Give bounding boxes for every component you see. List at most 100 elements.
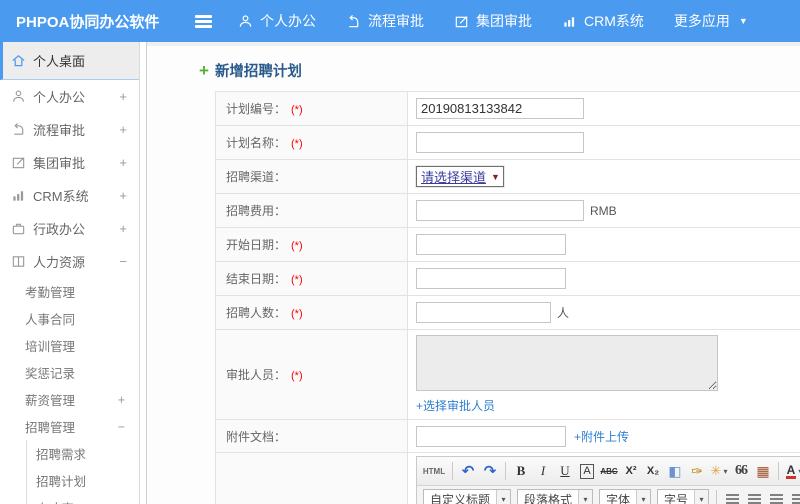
sidebar-item-group-approval[interactable]: 集团审批 + xyxy=(0,146,139,179)
sidebar-item-label: CRM系统 xyxy=(33,189,89,204)
sidebar-item-admin-office[interactable]: 行政办公 + xyxy=(0,212,139,245)
field-label: 开始日期： xyxy=(226,238,287,252)
font-border-button[interactable]: A xyxy=(577,461,597,482)
collapse-icon[interactable]: − xyxy=(118,420,125,434)
sidebar-item-talent-pool[interactable]: 人才库 xyxy=(27,494,139,504)
sidebar-item-recruit-plan[interactable]: 招聘计划 xyxy=(27,467,139,494)
end-date-input[interactable] xyxy=(416,268,566,289)
form-row-end-date: 结束日期： (*) xyxy=(215,261,800,296)
channel-select[interactable]: 请选择渠道 ▼ xyxy=(416,166,504,187)
flow-icon xyxy=(349,14,359,27)
expand-icon[interactable]: + xyxy=(119,188,127,203)
align-center-button[interactable] xyxy=(744,489,764,504)
empty-label-cell xyxy=(215,452,408,504)
nav-item-crm-system[interactable]: CRM系统 xyxy=(562,11,644,31)
auto-typeset-button[interactable]: ✳ ▾ xyxy=(709,461,729,482)
sidebar-item-hr-contract[interactable]: 人事合同 xyxy=(0,305,139,332)
sidebar-item-training-mgmt[interactable]: 培训管理 xyxy=(0,332,139,359)
bold-button[interactable]: B xyxy=(511,461,531,482)
home-icon xyxy=(12,55,25,67)
briefcase-icon xyxy=(12,223,25,235)
font-family-select[interactable]: 字体 ▾ xyxy=(599,489,652,504)
italic-button[interactable]: I xyxy=(533,461,553,482)
page-header: + 新增招聘计划 xyxy=(147,46,800,91)
format-painter-button[interactable]: ✑ xyxy=(687,461,707,482)
align-justify-button[interactable] xyxy=(788,489,800,504)
caret-down-icon: ▾ xyxy=(636,490,651,504)
form-row-start-date: 开始日期： (*) xyxy=(215,227,800,262)
sidebar-item-label: 招聘需求 xyxy=(36,448,87,462)
top-navbar: PHPOA协同办公软件 个人办公 流程审批 集团审批 CRM系统 更多应用 ▼ xyxy=(0,0,800,42)
sidebar-splitter[interactable] xyxy=(140,42,147,504)
start-date-input[interactable] xyxy=(416,234,566,255)
expand-icon[interactable]: + xyxy=(119,89,127,104)
field-label: 计划编号： xyxy=(226,102,287,116)
align-left-button[interactable] xyxy=(722,489,742,504)
nav-item-workflow-approval[interactable]: 流程审批 xyxy=(346,11,424,31)
toolbar-separator xyxy=(778,462,779,480)
sidebar-item-label: 人力资源 xyxy=(33,255,86,270)
subscript-button[interactable]: X₂ xyxy=(643,461,663,482)
nav-item-personal-office[interactable]: 个人办公 xyxy=(238,11,316,31)
attachment-upload-link[interactable]: +附件上传 xyxy=(574,430,629,444)
toolbar-separator xyxy=(452,462,453,480)
custom-title-select[interactable]: 自定义标题 ▾ xyxy=(423,489,512,504)
plan-name-input[interactable] xyxy=(416,132,584,153)
remove-format-button[interactable]: ◧ xyxy=(665,461,685,482)
recruit-cost-input[interactable] xyxy=(416,200,584,221)
form-row-plan-number: 计划编号： (*) xyxy=(215,91,800,126)
paragraph-format-select[interactable]: 段落格式 ▾ xyxy=(517,489,594,504)
paste-button[interactable]: ▦ xyxy=(753,461,773,482)
edit-icon xyxy=(455,15,468,27)
add-plus-icon: + xyxy=(199,60,209,80)
caret-down-icon: ▾ xyxy=(578,490,593,504)
approvers-textarea[interactable] xyxy=(416,335,718,391)
sidebar-item-label: 流程审批 xyxy=(33,123,86,138)
attachment-input[interactable] xyxy=(416,425,566,447)
form-row-recruit-cost: 招聘费用： RMB xyxy=(215,193,800,228)
form-row-plan-name: 计划名称： (*) xyxy=(215,125,800,160)
form-row-headcount: 招聘人数： (*) 人 xyxy=(215,295,800,330)
headcount-input[interactable] xyxy=(416,302,551,323)
redo-button[interactable]: ↷ xyxy=(480,461,500,482)
blockquote-button[interactable]: 66 xyxy=(731,461,751,482)
sidebar-item-crm-system[interactable]: CRM系统 + xyxy=(0,179,139,212)
undo-button[interactable]: ↶ xyxy=(458,461,478,482)
nav-item-group-approval[interactable]: 集团审批 xyxy=(454,11,532,31)
strikethrough-button[interactable]: ABC xyxy=(599,461,619,482)
sidebar-item-recruit-mgmt[interactable]: 招聘管理 − xyxy=(0,413,139,440)
expand-icon[interactable]: + xyxy=(119,122,127,137)
form-row-recruit-channel: 招聘渠道： 请选择渠道 ▼ xyxy=(215,159,800,194)
font-color-button[interactable]: A▾ xyxy=(784,461,800,482)
required-marker: (*) xyxy=(291,104,303,116)
sidebar-item-personal-desktop[interactable]: 个人桌面 xyxy=(0,42,139,80)
align-right-button[interactable] xyxy=(766,489,786,504)
required-marker: (*) xyxy=(291,138,303,150)
recruit-submenu: 招聘需求 招聘计划 人才库 xyxy=(26,440,139,504)
form-row-attachment: 附件文档： +附件上传 xyxy=(215,419,800,453)
expand-icon[interactable]: + xyxy=(118,393,125,407)
sidebar-item-personal-office[interactable]: 个人办公 + xyxy=(0,80,139,113)
collapse-icon[interactable]: − xyxy=(119,254,127,269)
underline-button[interactable]: U xyxy=(555,461,575,482)
sidebar-item-reward-punishment[interactable]: 奖惩记录 xyxy=(0,359,139,386)
superscript-button[interactable]: X² xyxy=(621,461,641,482)
font-size-select[interactable]: 字号 ▾ xyxy=(657,489,710,504)
caret-down-icon: ▾ xyxy=(496,490,511,504)
source-code-button[interactable]: HTML xyxy=(421,461,447,482)
sidebar-item-workflow-approval[interactable]: 流程审批 + xyxy=(0,113,139,146)
plan-number-input[interactable] xyxy=(416,98,584,119)
expand-icon[interactable]: + xyxy=(119,155,127,170)
sidebar-item-label: 考勤管理 xyxy=(25,286,76,300)
select-approvers-link[interactable]: +选择审批人员 xyxy=(416,397,800,414)
nav-item-more-apps[interactable]: 更多应用 ▼ xyxy=(674,11,748,31)
sidebar-item-human-resources[interactable]: 人力资源 − xyxy=(0,245,139,278)
field-label: 招聘人数： xyxy=(226,306,287,320)
sidebar-item-salary-mgmt[interactable]: 薪资管理 + xyxy=(0,386,139,413)
sidebar-item-attendance-mgmt[interactable]: 考勤管理 xyxy=(0,278,139,305)
sidebar-item-label: 个人桌面 xyxy=(33,54,86,69)
toolbar-separator xyxy=(716,490,718,504)
menu-toggle-icon[interactable] xyxy=(195,14,212,28)
expand-icon[interactable]: + xyxy=(119,221,127,236)
sidebar-item-recruit-demand[interactable]: 招聘需求 xyxy=(27,440,139,467)
